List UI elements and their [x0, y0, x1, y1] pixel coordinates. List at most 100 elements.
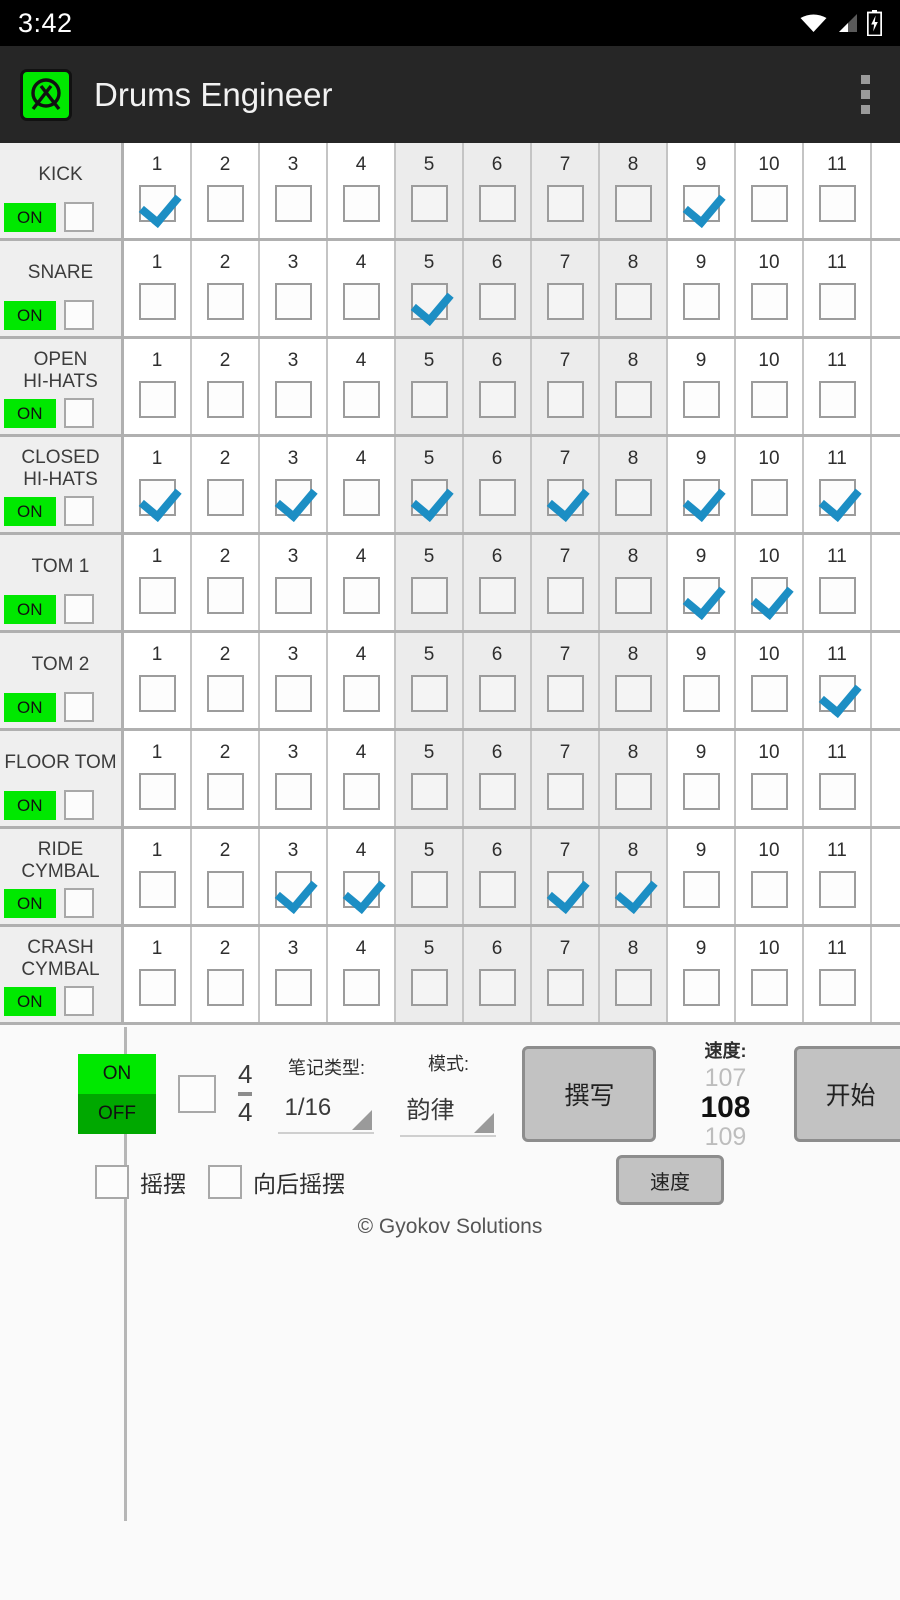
step-checkbox[interactable]	[138, 675, 176, 713]
step-checkbox[interactable]	[614, 185, 652, 223]
tempo-next[interactable]: 109	[678, 1124, 772, 1151]
step-cell[interactable]: 5	[396, 339, 464, 434]
step-checkbox-checked[interactable]	[138, 185, 176, 223]
step-cell[interactable]: 3	[260, 437, 328, 532]
step-cell[interactable]: 2	[192, 339, 260, 434]
master-onoff-toggle[interactable]: ON OFF	[78, 1053, 156, 1134]
row-mute-checkbox[interactable]	[63, 790, 94, 820]
step-checkbox-checked[interactable]	[682, 577, 720, 615]
step-checkbox[interactable]	[614, 381, 652, 419]
step-cell[interactable]: 4	[328, 927, 396, 1022]
step-cell[interactable]: 9	[668, 829, 736, 924]
step-checkbox[interactable]	[682, 675, 720, 713]
step-checkbox[interactable]	[546, 283, 584, 321]
step-checkbox-checked[interactable]	[682, 479, 720, 517]
step-cell[interactable]: 6	[464, 927, 532, 1022]
row-mute-checkbox[interactable]	[63, 398, 94, 428]
row-mute-checkbox[interactable]	[63, 594, 94, 624]
step-checkbox[interactable]	[750, 381, 788, 419]
row-on-button[interactable]: ON	[4, 496, 56, 526]
step-cell[interactable]: 6	[464, 241, 532, 336]
step-checkbox[interactable]	[614, 479, 652, 517]
step-cell[interactable]: 11	[804, 437, 872, 532]
row-on-button[interactable]: ON	[4, 986, 56, 1016]
step-cell[interactable]: 11	[804, 927, 872, 1022]
step-checkbox[interactable]	[682, 969, 720, 1007]
step-cell[interactable]: 2	[192, 143, 260, 238]
note-type-value-wrap[interactable]: 1/16	[278, 1094, 375, 1134]
row-mute-checkbox[interactable]	[63, 692, 94, 722]
step-checkbox[interactable]	[750, 969, 788, 1007]
step-cell[interactable]: 4	[328, 437, 396, 532]
step-checkbox[interactable]	[342, 283, 380, 321]
step-checkbox-checked[interactable]	[410, 479, 448, 517]
step-checkbox[interactable]	[750, 773, 788, 811]
master-on-label[interactable]: ON	[78, 1053, 156, 1094]
row-on-button[interactable]: ON	[4, 594, 56, 624]
step-checkbox-checked[interactable]	[750, 577, 788, 615]
step-cell[interactable]: 11	[804, 241, 872, 336]
step-checkbox-checked[interactable]	[546, 871, 584, 909]
step-checkbox[interactable]	[342, 969, 380, 1007]
step-checkbox[interactable]	[478, 675, 516, 713]
step-cell[interactable]: 7	[532, 143, 600, 238]
step-cell[interactable]: 5	[396, 241, 464, 336]
step-cell[interactable]: 8	[600, 731, 668, 826]
step-checkbox[interactable]	[478, 283, 516, 321]
step-checkbox[interactable]	[342, 773, 380, 811]
step-cell[interactable]: 2	[192, 927, 260, 1022]
step-cell[interactable]: 1	[124, 829, 192, 924]
step-cell[interactable]: 7	[532, 829, 600, 924]
step-checkbox[interactable]	[478, 577, 516, 615]
step-cell[interactable]: 10	[736, 927, 804, 1022]
step-checkbox-checked[interactable]	[342, 871, 380, 909]
backward-swing-checkbox[interactable]	[208, 1164, 242, 1199]
step-checkbox[interactable]	[750, 675, 788, 713]
step-checkbox[interactable]	[818, 283, 856, 321]
step-checkbox[interactable]	[410, 969, 448, 1007]
step-checkbox[interactable]	[138, 773, 176, 811]
step-cell[interactable]: 8	[600, 339, 668, 434]
step-checkbox[interactable]	[342, 479, 380, 517]
step-cell[interactable]: 7	[532, 633, 600, 728]
step-checkbox[interactable]	[546, 675, 584, 713]
step-checkbox[interactable]	[682, 773, 720, 811]
step-checkbox[interactable]	[818, 871, 856, 909]
step-cell[interactable]: 9	[668, 927, 736, 1022]
step-checkbox-checked[interactable]	[546, 479, 584, 517]
step-checkbox[interactable]	[206, 283, 244, 321]
step-cell[interactable]: 10	[736, 143, 804, 238]
step-checkbox[interactable]	[478, 479, 516, 517]
step-cell[interactable]: 1	[124, 339, 192, 434]
step-checkbox[interactable]	[206, 577, 244, 615]
step-checkbox[interactable]	[206, 381, 244, 419]
step-cell[interactable]: 5	[396, 633, 464, 728]
step-cell[interactable]: 1	[124, 241, 192, 336]
step-checkbox-checked[interactable]	[138, 479, 176, 517]
step-checkbox[interactable]	[546, 185, 584, 223]
step-checkbox[interactable]	[818, 185, 856, 223]
row-mute-checkbox[interactable]	[63, 496, 94, 526]
tempo-picker[interactable]: 速度: 107 108 109	[678, 1037, 772, 1151]
row-on-button[interactable]: ON	[4, 888, 56, 918]
step-checkbox[interactable]	[750, 185, 788, 223]
step-cell[interactable]: 10	[736, 829, 804, 924]
step-checkbox[interactable]	[614, 283, 652, 321]
row-on-button[interactable]: ON	[4, 300, 56, 330]
step-checkbox[interactable]	[614, 969, 652, 1007]
step-checkbox[interactable]	[546, 577, 584, 615]
step-checkbox[interactable]	[274, 185, 312, 223]
step-checkbox-checked[interactable]	[614, 871, 652, 909]
step-cell[interactable]: 2	[192, 535, 260, 630]
step-checkbox-checked[interactable]	[818, 675, 856, 713]
step-cell[interactable]: 4	[328, 241, 396, 336]
step-checkbox-checked[interactable]	[274, 479, 312, 517]
step-checkbox[interactable]	[546, 773, 584, 811]
step-cell[interactable]: 7	[532, 437, 600, 532]
step-cell[interactable]: 6	[464, 633, 532, 728]
step-cell[interactable]: 2	[192, 437, 260, 532]
step-checkbox[interactable]	[478, 773, 516, 811]
step-checkbox[interactable]	[750, 871, 788, 909]
step-cell[interactable]: 7	[532, 927, 600, 1022]
swing-checkbox[interactable]	[95, 1164, 129, 1199]
